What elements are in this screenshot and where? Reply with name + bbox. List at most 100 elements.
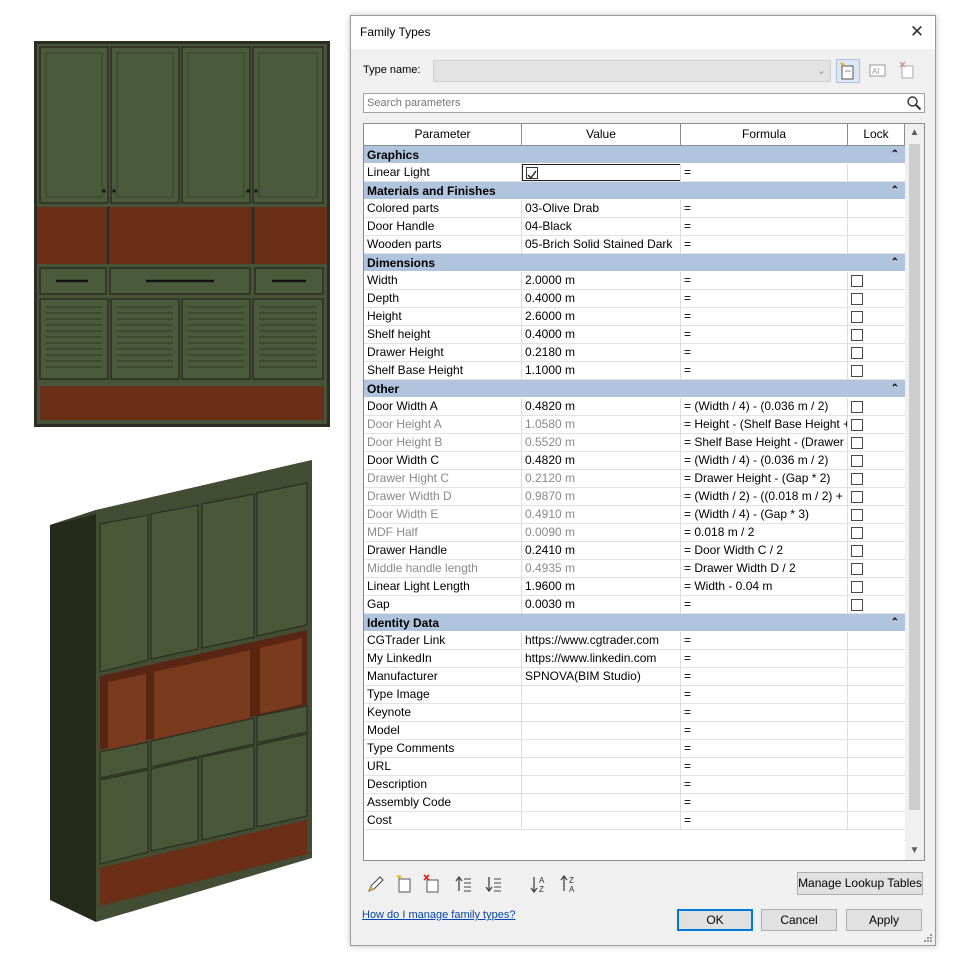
search-icon[interactable] — [906, 95, 922, 111]
parameter-formula[interactable]: = — [681, 596, 848, 614]
lock-checkbox[interactable] — [851, 365, 863, 377]
parameter-name[interactable]: Description — [364, 776, 522, 794]
parameter-value[interactable]: 0.4000 m — [522, 326, 681, 344]
parameter-formula[interactable]: = Height - (Shelf Base Height + — [681, 416, 848, 434]
parameter-formula[interactable]: = Shelf Base Height - (Drawer — [681, 434, 848, 452]
parameter-name[interactable]: Drawer Handle — [364, 542, 522, 560]
parameter-value[interactable]: SPNOVA(BIM Studio) — [522, 668, 681, 686]
column-header-value[interactable]: Value — [522, 124, 681, 146]
parameter-name[interactable]: Model — [364, 722, 522, 740]
parameter-formula[interactable]: = — [681, 164, 848, 182]
parameter-name[interactable]: Manufacturer — [364, 668, 522, 686]
type-name-dropdown[interactable]: ⌄ — [433, 60, 831, 82]
parameter-name[interactable]: Shelf height — [364, 326, 522, 344]
parameter-formula[interactable]: = — [681, 344, 848, 362]
parameter-value[interactable] — [522, 740, 681, 758]
parameter-value[interactable]: 03-Olive Drab — [522, 200, 681, 218]
parameter-formula[interactable]: = — [681, 704, 848, 722]
parameter-name[interactable]: Gap — [364, 596, 522, 614]
parameter-value[interactable] — [522, 794, 681, 812]
parameter-formula[interactable]: = — [681, 794, 848, 812]
cancel-button[interactable]: Cancel — [761, 909, 837, 931]
parameter-value[interactable]: https://www.cgtrader.com — [522, 632, 681, 650]
parameter-formula[interactable]: = — [681, 776, 848, 794]
parameter-name[interactable]: Drawer Height — [364, 344, 522, 362]
parameter-name[interactable]: MDF Half — [364, 524, 522, 542]
parameter-formula[interactable]: = (Width / 4) - (0.036 m / 2) — [681, 398, 848, 416]
parameter-value[interactable]: 04-Black — [522, 218, 681, 236]
parameter-formula[interactable]: = Drawer Height - (Gap * 2) — [681, 470, 848, 488]
parameter-value[interactable]: 2.0000 m — [522, 272, 681, 290]
parameter-formula[interactable]: = — [681, 290, 848, 308]
parameter-name[interactable]: Shelf Base Height — [364, 362, 522, 380]
search-input[interactable] — [364, 94, 894, 112]
scroll-thumb[interactable] — [909, 144, 920, 810]
resize-grip-icon[interactable] — [923, 933, 933, 943]
parameter-value[interactable]: 0.4820 m — [522, 452, 681, 470]
lock-checkbox[interactable] — [851, 563, 863, 575]
parameter-formula[interactable]: = 0.018 m / 2 — [681, 524, 848, 542]
parameter-name[interactable]: Door Height B — [364, 434, 522, 452]
lock-checkbox[interactable] — [851, 401, 863, 413]
parameter-name[interactable]: Wooden parts — [364, 236, 522, 254]
lock-checkbox[interactable] — [851, 491, 863, 503]
lock-checkbox[interactable] — [851, 455, 863, 467]
parameter-value[interactable] — [522, 164, 681, 182]
edit-parameter-button[interactable] — [365, 873, 387, 895]
move-down-button[interactable] — [483, 873, 505, 895]
vertical-scrollbar[interactable]: ▲ ▼ — [905, 124, 924, 860]
parameter-formula[interactable]: = Drawer Width D / 2 — [681, 560, 848, 578]
move-up-button[interactable] — [453, 873, 475, 895]
parameter-name[interactable]: Drawer Hight C — [364, 470, 522, 488]
parameter-name[interactable]: Door Handle — [364, 218, 522, 236]
parameter-formula[interactable]: = — [681, 200, 848, 218]
parameter-name[interactable]: Door Width C — [364, 452, 522, 470]
parameter-formula[interactable]: = (Width / 2) - ((0.018 m / 2) + — [681, 488, 848, 506]
lock-checkbox[interactable] — [851, 275, 863, 287]
delete-parameter-button[interactable] — [421, 873, 443, 895]
parameter-name[interactable]: Door Width A — [364, 398, 522, 416]
collapse-icon[interactable]: ⌃ — [891, 182, 899, 200]
lock-checkbox[interactable] — [851, 347, 863, 359]
parameter-formula[interactable]: = — [681, 632, 848, 650]
parameter-name[interactable]: Colored parts — [364, 200, 522, 218]
collapse-icon[interactable]: ⌃ — [891, 146, 899, 164]
column-header-formula[interactable]: Formula — [681, 124, 848, 146]
collapse-icon[interactable]: ⌃ — [891, 380, 899, 398]
parameter-value[interactable] — [522, 722, 681, 740]
lock-checkbox[interactable] — [851, 293, 863, 305]
parameter-value[interactable] — [522, 758, 681, 776]
lock-checkbox[interactable] — [851, 527, 863, 539]
collapse-icon[interactable]: ⌃ — [891, 254, 899, 272]
new-parameter-button[interactable] — [393, 873, 415, 895]
apply-button[interactable]: Apply — [846, 909, 922, 931]
lock-checkbox[interactable] — [851, 437, 863, 449]
search-parameters-box[interactable] — [363, 93, 925, 113]
parameter-name[interactable]: Door Height A — [364, 416, 522, 434]
parameter-formula[interactable]: = (Width / 4) - (Gap * 3) — [681, 506, 848, 524]
parameter-formula[interactable]: = (Width / 4) - (0.036 m / 2) — [681, 452, 848, 470]
parameter-formula[interactable]: = Width - 0.04 m — [681, 578, 848, 596]
parameter-name[interactable]: Type Comments — [364, 740, 522, 758]
rename-type-button[interactable]: AI — [866, 59, 890, 83]
sort-ascending-button[interactable]: AZ — [529, 873, 551, 895]
column-header-parameter[interactable]: Parameter — [364, 124, 522, 146]
group-header[interactable]: Identity Data ⌃ — [364, 614, 905, 632]
ok-button[interactable]: OK — [677, 909, 753, 931]
lock-checkbox[interactable] — [851, 509, 863, 521]
parameter-name[interactable]: Linear Light — [364, 164, 522, 182]
lock-checkbox[interactable] — [851, 311, 863, 323]
parameter-name[interactable]: Keynote — [364, 704, 522, 722]
parameter-name[interactable]: Type Image — [364, 686, 522, 704]
parameter-name[interactable]: CGTrader Link — [364, 632, 522, 650]
parameter-name[interactable]: My LinkedIn — [364, 650, 522, 668]
parameter-name[interactable]: URL — [364, 758, 522, 776]
group-header[interactable]: Materials and Finishes ⌃ — [364, 182, 905, 200]
parameter-formula[interactable]: = — [681, 740, 848, 758]
new-type-button[interactable] — [836, 59, 860, 83]
scroll-up-icon[interactable]: ▲ — [905, 124, 924, 142]
close-button[interactable]: ✕ — [905, 20, 929, 44]
parameter-formula[interactable]: = — [681, 308, 848, 326]
lock-checkbox[interactable] — [851, 581, 863, 593]
lock-checkbox[interactable] — [851, 599, 863, 611]
